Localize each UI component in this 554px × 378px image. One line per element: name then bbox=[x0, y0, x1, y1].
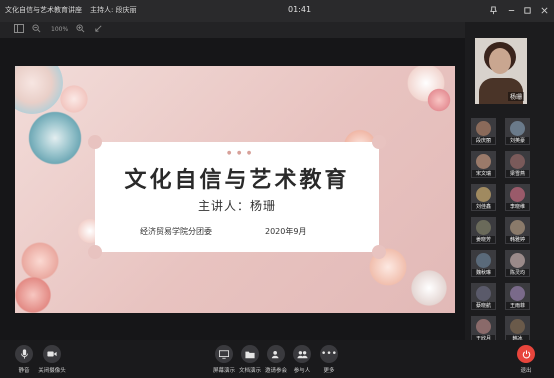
host-label: 主持人: 段庆丽 bbox=[90, 6, 137, 14]
microphone-icon bbox=[15, 345, 33, 363]
flower-decoration bbox=[407, 266, 451, 310]
participant-name: 李晓维 bbox=[506, 203, 529, 210]
more-button[interactable]: ••• 更多 bbox=[311, 345, 347, 374]
participant-avatar bbox=[476, 154, 491, 169]
meeting-timer: 01:41 bbox=[288, 5, 312, 14]
participant-name: 蔡晓航 bbox=[472, 302, 495, 309]
view-toolbar: 100% bbox=[0, 22, 465, 38]
participant-name: 陈灵均 bbox=[506, 269, 529, 276]
shared-slide: ● ● ● 文化自信与艺术教育 主讲人：杨珊 经济贸易学院分团委 2020年9月 bbox=[15, 66, 455, 313]
slide-speaker: 主讲人：杨珊 bbox=[197, 199, 276, 213]
fit-screen-icon[interactable] bbox=[94, 24, 103, 35]
participant-avatar bbox=[476, 253, 491, 268]
slide-title: 文化自信与艺术教育 bbox=[124, 168, 350, 193]
participant-tile[interactable]: 魏秋琳 bbox=[471, 250, 496, 277]
participant-name: 宋文瑞 bbox=[472, 170, 495, 177]
participant-tile[interactable]: 韩冰 bbox=[505, 316, 530, 343]
zoom-in-icon[interactable] bbox=[76, 24, 85, 35]
folder-icon bbox=[241, 345, 259, 363]
title-bar: 文化自信与艺术教育讲座 主持人: 段庆丽 01:41 bbox=[0, 0, 554, 22]
add-user-icon bbox=[267, 345, 285, 363]
presentation-stage: ● ● ● 文化自信与艺术教育 主讲人：杨珊 经济贸易学院分团委 2020年9月 bbox=[0, 38, 465, 340]
zoom-out-icon[interactable] bbox=[32, 24, 41, 35]
slide-organizer: 经济贸易学院分团委 bbox=[140, 227, 212, 236]
sidebar-toggle-icon[interactable] bbox=[14, 24, 24, 35]
participant-avatar bbox=[510, 154, 525, 169]
host-video-name: 杨珊 bbox=[507, 92, 524, 101]
minimize-icon[interactable] bbox=[504, 3, 518, 17]
zoom-level: 100% bbox=[51, 26, 69, 33]
participant-name: 刘英豪 bbox=[506, 137, 529, 144]
participant-avatar bbox=[510, 187, 525, 202]
video-panel: 杨珊 段庆丽 刘英豪宋文瑞 梁雪燕刘佳鑫 李晓维姜晓芳 韩雅婷魏秋琳 陈灵均蔡晓航 王雨菲王… bbox=[465, 22, 554, 343]
participant-tile[interactable]: 王雨菲 bbox=[505, 283, 530, 310]
participant-tile[interactable]: 梁雪燕 bbox=[505, 151, 530, 178]
participant-tile[interactable]: 韩雅婷 bbox=[505, 217, 530, 244]
flower-decoration bbox=[15, 66, 63, 114]
participant-avatar bbox=[510, 121, 525, 136]
close-icon[interactable] bbox=[537, 3, 551, 17]
participant-name: 魏秋琳 bbox=[472, 269, 495, 276]
camera-label: 关闭摄像头 bbox=[38, 368, 66, 374]
participant-avatar bbox=[476, 220, 491, 235]
participant-tile[interactable]: 刘英豪 bbox=[505, 118, 530, 145]
participant-avatar bbox=[476, 187, 491, 202]
participant-tile[interactable]: 蔡晓航 bbox=[471, 283, 496, 310]
camera-button[interactable]: 关闭摄像头 bbox=[34, 345, 70, 374]
screen-share-icon bbox=[215, 345, 233, 363]
people-icon bbox=[293, 345, 311, 363]
participant-tile[interactable]: 刘佳鑫 bbox=[471, 184, 496, 211]
dots-ornament: ● ● ● bbox=[227, 150, 254, 156]
participant-avatar bbox=[510, 286, 525, 301]
participant-avatar bbox=[476, 121, 491, 136]
flower-decoration bbox=[25, 108, 85, 168]
title-frame: ● ● ● 文化自信与艺术教育 主讲人：杨珊 经济贸易学院分团委 2020年9月 bbox=[88, 135, 386, 259]
flower-decoration bbox=[425, 86, 453, 114]
camera-icon bbox=[43, 345, 61, 363]
more-icon: ••• bbox=[320, 345, 338, 363]
exit-button[interactable]: 退出 bbox=[508, 345, 544, 374]
more-label: 更多 bbox=[323, 368, 335, 374]
window-title: 文化自信与艺术教育讲座 主持人: 段庆丽 bbox=[5, 5, 137, 15]
participant-name: 段庆丽 bbox=[472, 137, 495, 144]
participant-tile[interactable]: 段庆丽 bbox=[471, 118, 496, 145]
participant-tile[interactable]: 李晓维 bbox=[505, 184, 530, 211]
participant-tile[interactable]: 姜晓芳 bbox=[471, 217, 496, 244]
participant-avatar bbox=[510, 253, 525, 268]
meeting-title: 文化自信与艺术教育讲座 bbox=[5, 6, 82, 14]
participant-tile[interactable]: 宋文瑞 bbox=[471, 151, 496, 178]
flower-decoration bbox=[57, 82, 91, 116]
power-icon bbox=[517, 345, 535, 363]
participant-name: 韩雅婷 bbox=[506, 236, 529, 243]
host-video[interactable]: 杨珊 bbox=[475, 38, 527, 104]
participant-tile[interactable]: 陈灵均 bbox=[505, 250, 530, 277]
participant-name: 梁雪燕 bbox=[506, 170, 529, 177]
participant-name: 姜晓芳 bbox=[472, 236, 495, 243]
pin-icon[interactable] bbox=[486, 3, 500, 17]
participant-name: 王雨菲 bbox=[506, 302, 529, 309]
participant-avatar bbox=[510, 220, 525, 235]
slide-date: 2020年9月 bbox=[265, 227, 307, 236]
participant-avatar bbox=[476, 286, 491, 301]
participant-avatar bbox=[476, 319, 491, 334]
control-bar: 静音 关闭摄像头 屏幕演示 文档演示 邀请参会 参与人 ••• 更多 退出 bbox=[0, 340, 554, 378]
maximize-icon[interactable] bbox=[520, 3, 534, 17]
participant-tile[interactable]: 王欣月 bbox=[471, 316, 496, 343]
exit-label: 退出 bbox=[520, 368, 532, 374]
participant-name: 刘佳鑫 bbox=[472, 203, 495, 210]
participant-avatar bbox=[510, 319, 525, 334]
